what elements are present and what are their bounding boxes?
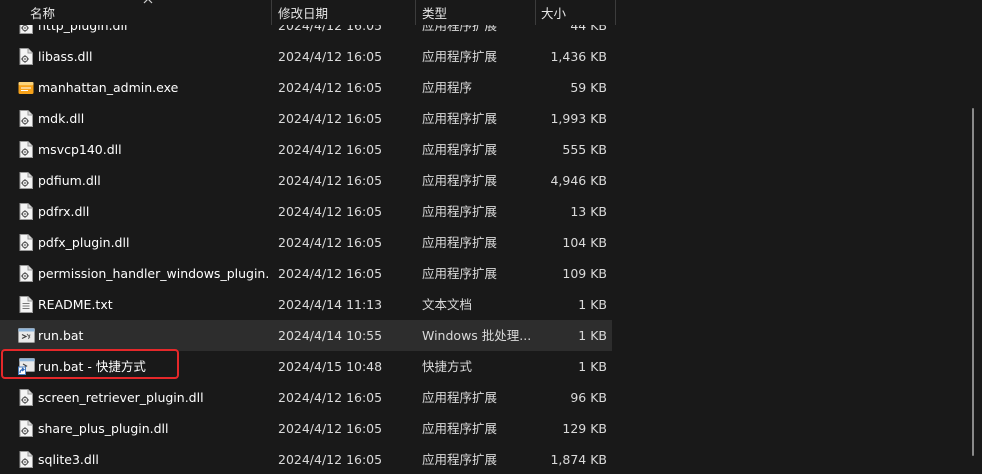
- file-explorer-list-view: http_plugin.dll 2024/4/12 16:05 应用程序扩展 44 K…: [0, 0, 982, 474]
- file-date: 2024/4/14 10:55: [278, 328, 383, 343]
- file-row[interactable]: pdfrx.dll 2024/4/12 16:05 应用程序扩展 13 KB: [0, 196, 612, 227]
- column-divider[interactable]: [535, 0, 536, 25]
- file-size: 1 KB: [578, 328, 607, 343]
- file-type: 应用程序扩展: [422, 111, 498, 126]
- file-type: 应用程序扩展: [422, 421, 498, 436]
- file-size: 109 KB: [562, 266, 607, 281]
- file-date: 2024/4/14 11:13: [278, 297, 383, 312]
- file-type: 应用程序扩展: [422, 452, 498, 467]
- file-type: 应用程序扩展: [422, 390, 498, 405]
- dll-file-icon: [17, 413, 35, 444]
- file-size: 13 KB: [570, 204, 607, 219]
- vertical-scrollbar[interactable]: [972, 108, 974, 456]
- file-type: 应用程序扩展: [422, 235, 498, 250]
- dll-file-icon: [17, 258, 35, 289]
- file-size: 104 KB: [562, 235, 607, 250]
- file-type: 快捷方式: [422, 359, 473, 374]
- file-size: 129 KB: [562, 421, 607, 436]
- file-name: screen_retriever_plugin.dll: [38, 390, 204, 405]
- file-type: Windows 批处理...: [422, 328, 532, 343]
- file-name: sqlite3.dll: [38, 452, 99, 467]
- file-name: msvcp140.dll: [38, 142, 122, 157]
- dll-file-icon: [17, 134, 35, 165]
- file-row[interactable]: permission_handler_windows_plugin.dll 202…: [0, 258, 612, 289]
- text-file-icon: [17, 289, 35, 320]
- dll-file-icon: [17, 382, 35, 413]
- file-date: 2024/4/12 16:05: [278, 173, 383, 188]
- dll-file-icon: [17, 165, 35, 196]
- file-size: 4,946 KB: [550, 173, 607, 188]
- file-size: 1,436 KB: [550, 49, 607, 64]
- file-row[interactable]: README.txt 2024/4/14 11:13 文本文档 1 KB: [0, 289, 612, 320]
- column-header-date[interactable]: 修改日期: [278, 0, 328, 25]
- file-name: share_plus_plugin.dll: [38, 421, 169, 436]
- file-name: pdfx_plugin.dll: [38, 235, 130, 250]
- file-name: README.txt: [38, 297, 113, 312]
- highlight-box: [1, 349, 179, 379]
- file-type: 应用程序扩展: [422, 266, 498, 281]
- file-size: 1,993 KB: [550, 111, 607, 126]
- file-date: 2024/4/15 10:48: [278, 359, 383, 374]
- dll-file-icon: [17, 41, 35, 72]
- dll-file-icon: [17, 196, 35, 227]
- file-type: 应用程序扩展: [422, 142, 498, 157]
- file-type: 应用程序: [422, 80, 473, 95]
- file-date: 2024/4/12 16:05: [278, 235, 383, 250]
- file-date: 2024/4/12 16:05: [278, 452, 383, 467]
- column-header-size[interactable]: 大小: [541, 0, 566, 25]
- file-date: 2024/4/12 16:05: [278, 111, 383, 126]
- file-row[interactable]: mdk.dll 2024/4/12 16:05 应用程序扩展 1,993 KB: [0, 103, 612, 134]
- file-size: 555 KB: [562, 142, 607, 157]
- file-row[interactable]: pdfium.dll 2024/4/12 16:05 应用程序扩展 4,946 KB: [0, 165, 612, 196]
- column-header: 名称 修改日期 类型 大小: [0, 0, 620, 25]
- file-row[interactable]: screen_retriever_plugin.dll 2024/4/12 16:…: [0, 382, 612, 413]
- file-date: 2024/4/12 16:05: [278, 49, 383, 64]
- file-size: 1 KB: [578, 359, 607, 374]
- file-size: 96 KB: [570, 390, 607, 405]
- file-type: 应用程序扩展: [422, 49, 498, 64]
- file-size: 1,874 KB: [550, 452, 607, 467]
- file-name: pdfium.dll: [38, 173, 101, 188]
- dll-file-icon: [17, 444, 35, 474]
- file-name: libass.dll: [38, 49, 93, 64]
- file-row[interactable]: libass.dll 2024/4/12 16:05 应用程序扩展 1,436 KB: [0, 41, 612, 72]
- file-name: permission_handler_windows_plugin.dll: [38, 266, 270, 281]
- file-type: 文本文档: [422, 297, 473, 312]
- file-name: pdfrx.dll: [38, 204, 90, 219]
- file-row[interactable]: msvcp140.dll 2024/4/12 16:05 应用程序扩展 555 KB: [0, 134, 612, 165]
- file-size: 1 KB: [578, 297, 607, 312]
- file-type: 应用程序扩展: [422, 204, 498, 219]
- file-size: 59 KB: [570, 80, 607, 95]
- file-row[interactable]: run.bat 2024/4/14 10:55 Windows 批处理... 1 KB: [0, 320, 612, 351]
- batch-file-icon: [17, 320, 35, 351]
- exe-app-icon: [17, 72, 35, 103]
- file-row[interactable]: pdfx_plugin.dll 2024/4/12 16:05 应用程序扩展 104 …: [0, 227, 612, 258]
- file-type: 应用程序扩展: [422, 173, 498, 188]
- file-date: 2024/4/12 16:05: [278, 142, 383, 157]
- file-date: 2024/4/12 16:05: [278, 266, 383, 281]
- file-date: 2024/4/12 16:05: [278, 204, 383, 219]
- column-divider[interactable]: [615, 0, 616, 25]
- file-row[interactable]: share_plus_plugin.dll 2024/4/12 16:05 应用程序…: [0, 413, 612, 444]
- dll-file-icon: [17, 103, 35, 134]
- dll-file-icon: [17, 227, 35, 258]
- file-date: 2024/4/12 16:05: [278, 421, 383, 436]
- column-divider[interactable]: [271, 0, 272, 25]
- file-row[interactable]: sqlite3.dll 2024/4/12 16:05 应用程序扩展 1,874 KB: [0, 444, 612, 474]
- sort-ascending-icon: [143, 0, 153, 4]
- column-header-type[interactable]: 类型: [422, 0, 447, 25]
- file-name: mdk.dll: [38, 111, 85, 126]
- file-name: manhattan_admin.exe: [38, 80, 179, 95]
- file-date: 2024/4/12 16:05: [278, 390, 383, 405]
- file-row[interactable]: manhattan_admin.exe 2024/4/12 16:05 应用程序 59…: [0, 72, 612, 103]
- file-name: run.bat: [38, 328, 84, 343]
- file-date: 2024/4/12 16:05: [278, 80, 383, 95]
- column-divider[interactable]: [415, 0, 416, 25]
- column-header-name[interactable]: 名称: [30, 0, 55, 25]
